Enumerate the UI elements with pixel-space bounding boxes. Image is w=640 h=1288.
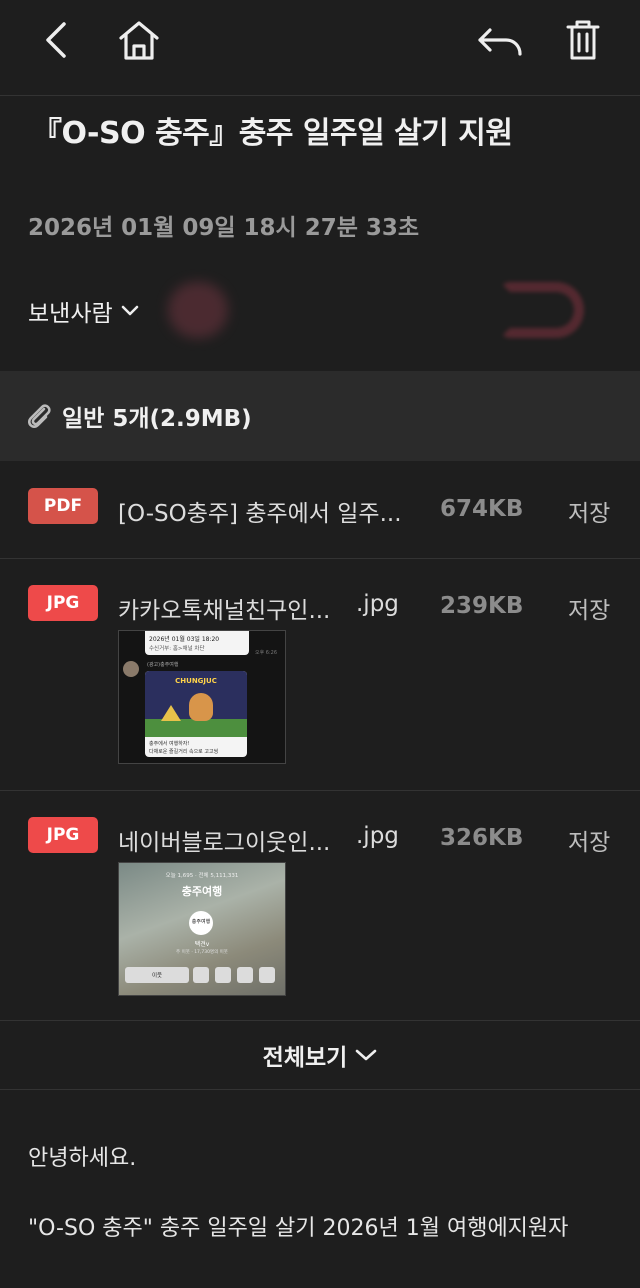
home-icon bbox=[119, 21, 159, 60]
file-name: 네이버블로그이웃인... bbox=[118, 830, 331, 856]
promo-banner: CHUNGJUC bbox=[145, 671, 247, 737]
view-all-button[interactable]: 전체보기 bbox=[0, 1020, 640, 1090]
sender-toggle[interactable]: 보낸사람 bbox=[28, 294, 139, 328]
attachment-item-jpg[interactable]: JPG 카카오톡채널친구인... .jpg 239KB 저장 2026년 01월… bbox=[0, 559, 640, 789]
file-extension: .jpg bbox=[356, 823, 399, 849]
reply-button[interactable] bbox=[471, 12, 527, 68]
save-button[interactable]: 저장 bbox=[568, 591, 610, 625]
trash-icon bbox=[566, 20, 600, 60]
attachment-item-pdf[interactable]: PDF [O-SO충주] 충주에서 일주... 674KB 저장 bbox=[0, 462, 640, 558]
paperclip-icon bbox=[28, 404, 51, 428]
image-thumbnail[interactable]: 2026년 01월 03일 18:20 수신거부: 홈>채널 차단 오후 6:2… bbox=[118, 630, 286, 764]
body-paragraph: "O-SO 충주" 충주 일주일 살기 2026년 1월 여행에지원자 bbox=[28, 1216, 569, 1241]
chevron-down-icon bbox=[356, 1049, 377, 1061]
home-button[interactable] bbox=[111, 12, 167, 68]
back-chevron-icon bbox=[46, 22, 66, 58]
save-button[interactable]: 저장 bbox=[568, 823, 610, 857]
neighbor-button: 이웃 bbox=[125, 967, 189, 983]
view-all-label: 전체보기 bbox=[262, 1045, 348, 1071]
redacted-sender-blur bbox=[168, 282, 228, 338]
avatar bbox=[123, 661, 139, 677]
edit-icon bbox=[259, 967, 275, 983]
chevron-down-icon bbox=[121, 305, 138, 316]
file-size: 326KB bbox=[440, 825, 524, 851]
promo-card: CHUNGJUC 충주에서 여행하자! 다채로운 즐길거리 속으로 고고씽 bbox=[145, 671, 247, 757]
menu-icon bbox=[193, 967, 209, 983]
people-icon bbox=[237, 967, 253, 983]
top-toolbar bbox=[0, 0, 640, 96]
delete-button[interactable] bbox=[555, 12, 611, 68]
blog-logo: 충주여행 bbox=[189, 911, 213, 935]
file-type-badge: PDF bbox=[28, 488, 98, 524]
mascot-illustration bbox=[189, 693, 213, 721]
file-size: 674KB bbox=[440, 496, 524, 522]
file-type-badge: JPG bbox=[28, 817, 98, 853]
image-thumbnail[interactable]: 오늘 1,695 · 전체 5,111,331 충주여행 충주여행 택견v 주 … bbox=[118, 862, 286, 996]
redacted-sender-blur-2 bbox=[500, 282, 584, 338]
save-button[interactable]: 저장 bbox=[568, 494, 610, 528]
chat-bubble: 2026년 01월 03일 18:20 수신거부: 홈>채널 차단 bbox=[145, 631, 249, 655]
mail-date: 2026년 01월 09일 18시 27분 33초 bbox=[28, 215, 420, 241]
mail-subject: 『O-SO 충주』충주 일주일 살기 지원 bbox=[32, 116, 513, 151]
attachment-count: 일반 5개(2.9MB) bbox=[62, 406, 252, 432]
file-size: 239KB bbox=[440, 593, 524, 619]
file-type-badge: JPG bbox=[28, 585, 98, 621]
file-extension: .jpg bbox=[356, 591, 399, 617]
sender-label: 보낸사람 bbox=[28, 301, 113, 327]
attachment-header[interactable]: 일반 5개(2.9MB) bbox=[0, 371, 640, 461]
reply-icon bbox=[478, 28, 522, 56]
attachment-item-jpg[interactable]: JPG 네이버블로그이웃인... .jpg 326KB 저장 오늘 1,695 … bbox=[0, 791, 640, 1019]
chat-icon bbox=[215, 967, 231, 983]
file-name: [O-SO충주] 충주에서 일주... bbox=[118, 501, 402, 527]
body-greeting: 안녕하세요. bbox=[28, 1146, 137, 1171]
file-name: 카카오톡채널친구인... bbox=[118, 598, 331, 624]
back-button[interactable] bbox=[28, 12, 84, 68]
